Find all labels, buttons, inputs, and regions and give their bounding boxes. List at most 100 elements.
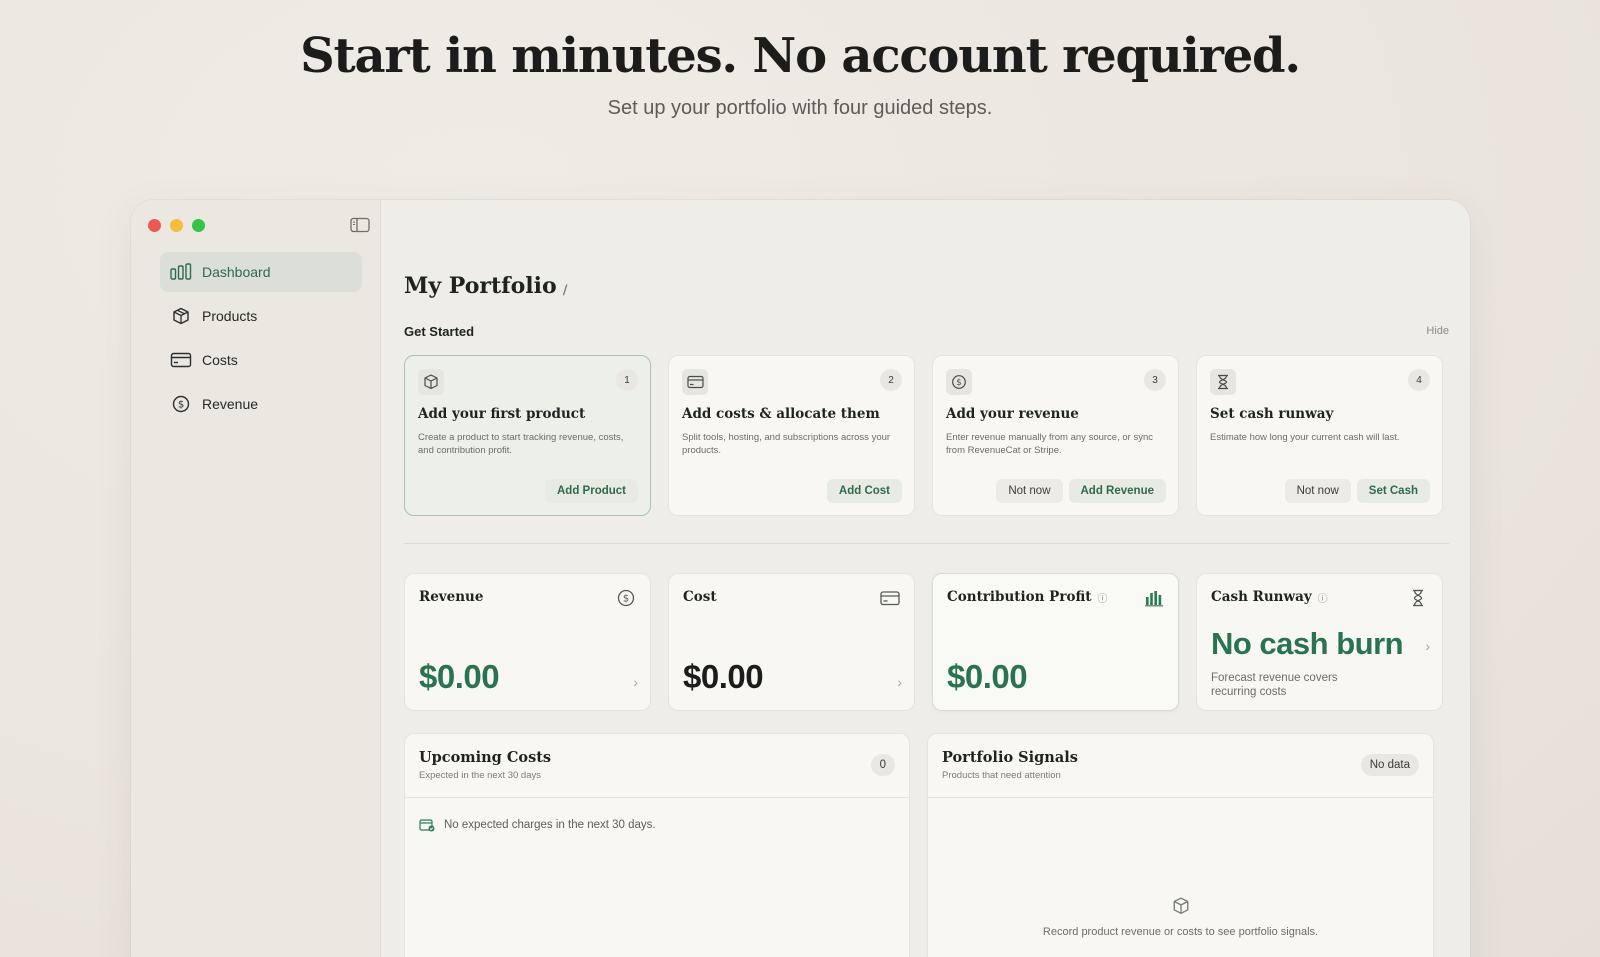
- stats-row: Revenue $ $0.00 › Cost $0.00 › Contribut…: [404, 573, 1443, 711]
- page-title: My Portfolio ∕: [404, 273, 567, 299]
- bar-chart-icon: [1145, 591, 1163, 607]
- step-number: 3: [1144, 369, 1166, 391]
- step-card-add-revenue[interactable]: $ 3 Add your revenue Enter revenue manua…: [932, 355, 1179, 516]
- stat-label: Revenue: [419, 589, 484, 605]
- dollar-circle-icon: $: [172, 395, 190, 413]
- sidebar-item-label: Dashboard: [202, 264, 271, 280]
- chevron-right-icon: ›: [1425, 638, 1430, 654]
- sidebar-item-dashboard[interactable]: Dashboard: [160, 252, 362, 292]
- sidebar-item-label: Costs: [202, 352, 238, 368]
- step-description: Create a product to start tracking reven…: [418, 432, 624, 456]
- box-icon: [1173, 897, 1188, 914]
- hourglass-icon: [1210, 369, 1236, 395]
- empty-state: No expected charges in the next 30 days.: [419, 818, 656, 832]
- stat-value: $0.00: [419, 658, 500, 695]
- not-now-button[interactable]: Not now: [996, 479, 1063, 503]
- empty-message: Record product revenue or costs to see p…: [1042, 926, 1319, 938]
- upcoming-costs-panel: Upcoming Costs Expected in the next 30 d…: [404, 733, 910, 957]
- calendar-check-icon: [419, 819, 435, 832]
- panel-title: Portfolio Signals: [942, 749, 1078, 766]
- hourglass-icon: [1413, 589, 1423, 607]
- sidebar-item-products[interactable]: Products: [160, 296, 362, 336]
- stat-value: No cash burn: [1211, 626, 1404, 661]
- edit-pencil-icon[interactable]: ∕: [563, 283, 568, 298]
- empty-state: Record product revenue or costs to see p…: [928, 897, 1433, 938]
- status-badge: No data: [1360, 754, 1419, 776]
- step-description: Split tools, hosting, and subscriptions …: [682, 432, 891, 456]
- step-title: Add your revenue: [946, 406, 1079, 422]
- set-cash-button[interactable]: Set Cash: [1356, 479, 1430, 503]
- svg-text:$: $: [623, 594, 629, 605]
- main-content: My Portfolio ∕ Get Started Hide 1 Add yo…: [381, 200, 1470, 957]
- empty-message: No expected charges in the next 30 days.: [444, 819, 656, 831]
- chevron-right-icon: ›: [897, 674, 902, 690]
- info-icon[interactable]: ⓘ: [1318, 590, 1328, 605]
- portfolio-signals-panel: Portfolio Signals Products that need att…: [927, 733, 1434, 957]
- portfolio-name: My Portfolio: [404, 273, 557, 299]
- stat-label: Cash Runway ⓘ: [1211, 589, 1328, 605]
- stat-note: Forecast revenue covers recurring costs: [1211, 672, 1338, 698]
- panel-subtitle: Expected in the next 30 days: [419, 770, 541, 781]
- stat-card-cash-runway[interactable]: Cash Runway ⓘ No cash burn Forecast reve…: [1196, 573, 1443, 711]
- box-icon: [173, 307, 189, 325]
- stat-card-cost[interactable]: Cost $0.00 ›: [668, 573, 915, 711]
- not-now-button[interactable]: Not now: [1284, 479, 1351, 503]
- sidebar: Dashboard Products Costs $ Revenue: [131, 200, 381, 957]
- hide-get-started-button[interactable]: Hide: [1426, 325, 1449, 337]
- stat-label: Contribution Profit ⓘ: [947, 589, 1108, 605]
- window-controls: [148, 219, 205, 232]
- sidebar-item-label: Revenue: [202, 396, 259, 412]
- stat-label: Cost: [683, 589, 717, 605]
- stat-value: $0.00: [947, 658, 1028, 695]
- hero-subtitle: Set up your portfolio with four guided s…: [607, 97, 993, 119]
- stat-card-contribution-profit[interactable]: Contribution Profit ⓘ $0.00: [932, 573, 1179, 711]
- panel-divider: [405, 797, 909, 798]
- credit-card-icon: [170, 352, 192, 368]
- count-badge: 0: [870, 754, 895, 776]
- minimize-window-button[interactable]: [170, 219, 183, 232]
- stat-label-text: Cash Runway: [1211, 589, 1312, 605]
- stat-value: $0.00: [683, 658, 764, 695]
- step-description: Enter revenue manually from any source, …: [946, 432, 1153, 456]
- hero-title: Start in minutes. No account required.: [300, 28, 1301, 84]
- maximize-window-button[interactable]: [192, 219, 205, 232]
- stat-card-revenue[interactable]: Revenue $ $0.00 ›: [404, 573, 651, 711]
- step-card-add-product[interactable]: 1 Add your first product Create a produc…: [404, 355, 651, 516]
- sidebar-toggle-icon[interactable]: [350, 217, 370, 233]
- add-cost-button[interactable]: Add Cost: [826, 479, 902, 503]
- step-description: Estimate how long your current cash will…: [1210, 432, 1400, 443]
- sidebar-item-revenue[interactable]: $ Revenue: [160, 384, 362, 424]
- dollar-circle-icon: $: [617, 589, 635, 607]
- step-number: 1: [616, 369, 638, 391]
- get-started-label: Get Started: [404, 324, 475, 339]
- add-revenue-button[interactable]: Add Revenue: [1068, 479, 1166, 503]
- step-card-set-cash-runway[interactable]: 4 Set cash runway Estimate how long your…: [1196, 355, 1443, 516]
- credit-card-icon: [880, 591, 900, 606]
- step-number: 4: [1408, 369, 1430, 391]
- sidebar-nav: Dashboard Products Costs $ Revenue: [160, 252, 362, 428]
- chevron-right-icon: ›: [633, 674, 638, 690]
- step-title: Set cash runway: [1210, 406, 1334, 422]
- close-window-button[interactable]: [148, 219, 161, 232]
- section-divider: [404, 543, 1449, 544]
- add-product-button[interactable]: Add Product: [545, 479, 638, 503]
- svg-text:$: $: [178, 400, 184, 411]
- step-title: Add costs & allocate them: [682, 406, 880, 422]
- onboarding-steps: 1 Add your first product Create a produc…: [404, 355, 1443, 516]
- dollar-circle-icon: $: [946, 369, 972, 395]
- panel-subtitle: Products that need attention: [942, 770, 1061, 781]
- svg-text:$: $: [956, 378, 961, 388]
- app-window: Dashboard Products Costs $ Revenue My Po…: [131, 200, 1470, 957]
- panel-title: Upcoming Costs: [419, 749, 552, 766]
- step-number: 2: [880, 369, 902, 391]
- info-icon[interactable]: ⓘ: [1098, 590, 1108, 605]
- step-card-add-costs[interactable]: 2 Add costs & allocate them Split tools,…: [668, 355, 915, 516]
- panel-divider: [928, 797, 1433, 798]
- credit-card-icon: [682, 369, 708, 395]
- sidebar-item-label: Products: [202, 308, 258, 324]
- box-icon: [418, 369, 444, 395]
- step-title: Add your first product: [418, 406, 586, 422]
- bar-chart-icon: [170, 263, 192, 280]
- sidebar-item-costs[interactable]: Costs: [160, 340, 362, 380]
- stat-label-text: Contribution Profit: [947, 589, 1092, 605]
